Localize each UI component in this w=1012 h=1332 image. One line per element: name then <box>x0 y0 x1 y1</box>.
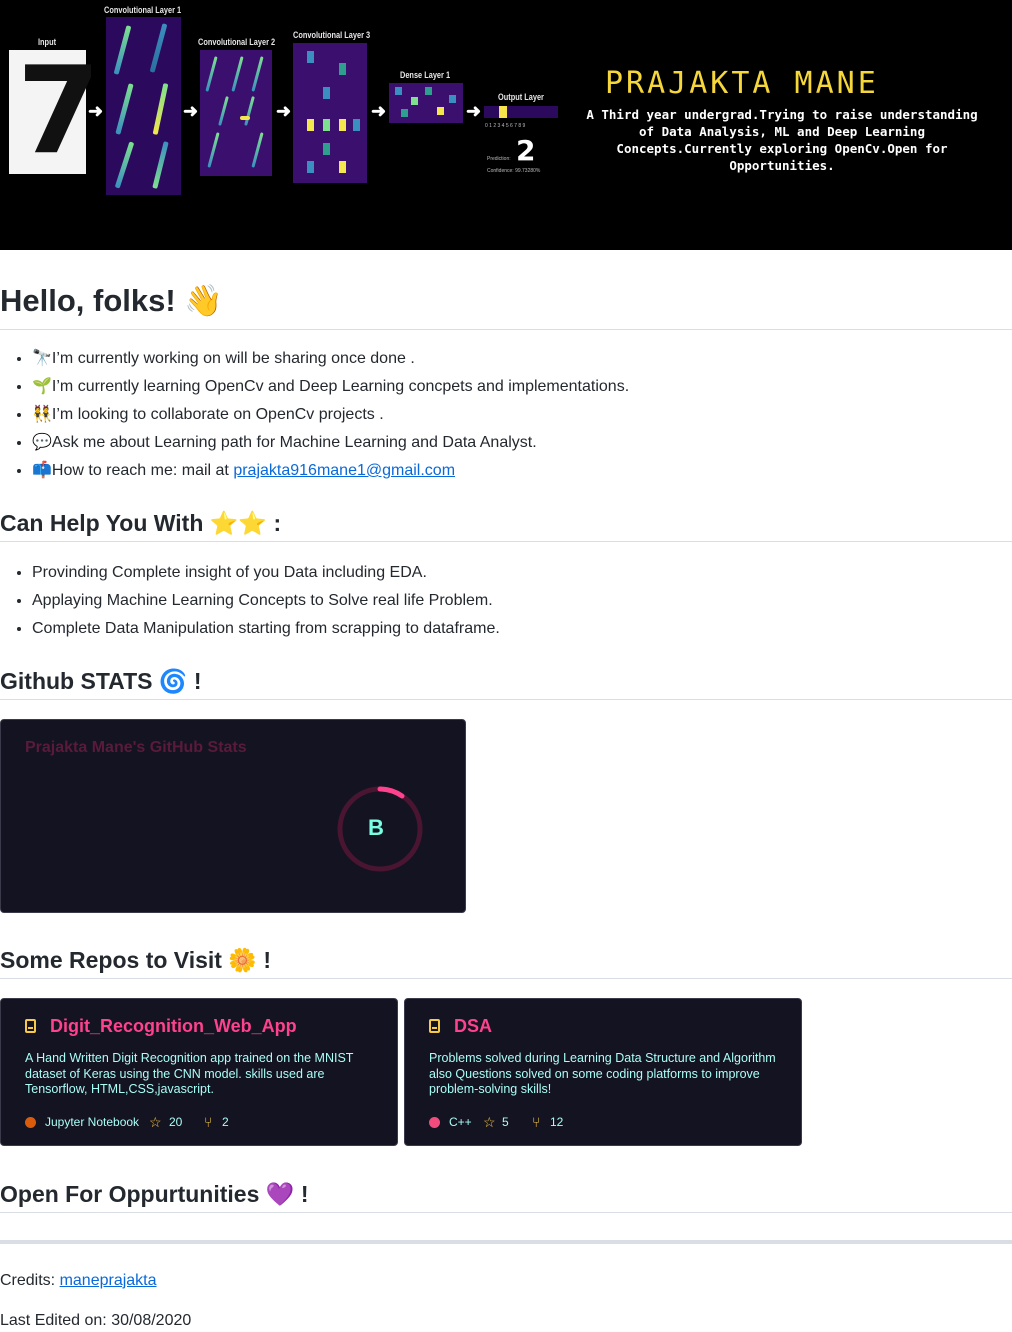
arrow-icon: ➜ <box>88 101 104 121</box>
conv1-feature-maps <box>106 17 181 195</box>
star-count: 5 <box>502 1115 509 1129</box>
stats-card-title: Prajakta Mane's GitHub Stats <box>25 739 247 756</box>
header-banner-image: Input Convolutional Layer 1 Convolutiona… <box>0 0 1012 250</box>
stats-grade: B <box>368 815 384 840</box>
divider <box>0 1240 1012 1244</box>
arrow-icon: ➜ <box>371 101 387 121</box>
arrow-icon: ➜ <box>183 101 199 121</box>
output-digit: 2 <box>516 134 536 167</box>
list-item-text: How to reach me: mail at <box>51 462 234 479</box>
star-icon: ☆ <box>483 1114 496 1130</box>
cyclone-icon: 🌀 <box>158 668 188 694</box>
intro-list: 🔭I’m currently working on will be sharin… <box>0 345 629 485</box>
list-item: Applaying Machine Learning Concepts to S… <box>32 587 500 615</box>
list-item: Provinding Complete insight of you Data … <box>32 559 500 587</box>
repo-card-digit-recognition[interactable]: Digit_Recognition_Web_App A Hand Written… <box>0 998 398 1146</box>
list-item-text: I’m currently working on will be sharing… <box>51 350 415 367</box>
dense1-label: Dense Layer 1 <box>400 70 451 80</box>
hello-heading-text: Hello, folks! <box>0 283 176 318</box>
repo-name[interactable]: Digit_Recognition_Web_App <box>50 1016 297 1037</box>
repo-icon <box>25 1019 36 1033</box>
language-dot <box>25 1117 36 1128</box>
repo-language: C++ <box>449 1115 472 1129</box>
last-edited: Last Edited on: 30/08/2020 <box>0 1312 192 1329</box>
list-item: 📫How to reach me: mail at prajakta916man… <box>32 457 629 485</box>
waving-hand-icon: 👋 <box>184 283 223 318</box>
speech-bubble-icon: 💬 <box>32 434 52 451</box>
stats-heading-suffix: ! <box>193 668 202 694</box>
output-scale: 0 1 2 3 4 5 6 7 8 9 <box>485 123 526 129</box>
arrow-icon: ➜ <box>466 101 482 121</box>
arrow-icon: ➜ <box>276 101 292 121</box>
help-heading-suffix: : <box>273 510 282 536</box>
confidence-label: Confidence: 99.73280% <box>487 168 541 174</box>
star-count: 20 <box>169 1115 183 1129</box>
list-item: Complete Data Manipulation starting from… <box>32 615 500 643</box>
conv3-label: Convolutional Layer 3 <box>293 30 371 40</box>
seedling-icon: 🌱 <box>32 378 52 395</box>
telescope-icon: 🔭 <box>32 350 52 367</box>
star-icon: ☆ <box>149 1114 162 1130</box>
list-item-text: I’m looking to collaborate on OpenCv pro… <box>51 406 384 423</box>
repos-heading-suffix: ! <box>263 947 272 973</box>
list-item: 💬Ask me about Learning path for Machine … <box>32 429 629 457</box>
repo-description: Problems solved during Learning Data Str… <box>429 1051 776 1096</box>
email-link[interactable]: prajakta916mane1@gmail.com <box>233 462 455 479</box>
open-heading-suffix: ! <box>300 1181 309 1207</box>
credits-link[interactable]: maneprajakta <box>60 1272 157 1289</box>
open-heading-text: Open For Oppurtunities <box>0 1181 260 1207</box>
credits-line: Credits: maneprajakta <box>0 1272 157 1290</box>
repos-heading: Some Repos to Visit 🌼 ! <box>0 945 1012 979</box>
banner-name: PRAJAKTA MANE <box>605 66 879 101</box>
fork-count: 2 <box>222 1115 229 1129</box>
conv2-feature-maps <box>200 50 272 176</box>
list-item: 🌱I’m currently learning OpenCv and Deep … <box>32 373 629 401</box>
language-dot <box>429 1117 440 1128</box>
blossom-icon: 🌼 <box>228 947 257 973</box>
help-heading-text: Can Help You With <box>0 510 204 536</box>
output-label: Output Layer <box>498 92 544 102</box>
hello-heading: Hello, folks! 👋 <box>0 282 1012 330</box>
list-item: 🔭I’m currently working on will be sharin… <box>32 345 629 373</box>
list-item-text: Ask me about Learning path for Machine L… <box>51 434 537 451</box>
stats-heading: Github STATS 🌀 ! <box>0 666 1012 700</box>
repo-card-dsa[interactable]: DSA Problems solved during Learning Data… <box>404 998 802 1146</box>
repo-name[interactable]: DSA <box>454 1016 492 1037</box>
fork-icon: ⑂ <box>204 1114 213 1130</box>
dense-layer-map <box>389 83 463 123</box>
repo-icon <box>429 1019 440 1033</box>
credits-label: Credits: <box>0 1272 60 1289</box>
star-icon: ⭐⭐ <box>209 510 268 536</box>
mailbox-icon: 📫 <box>32 462 52 479</box>
repos-heading-text: Some Repos to Visit <box>0 947 222 973</box>
list-item-text: I’m currently learning OpenCv and Deep L… <box>51 378 630 395</box>
prediction-label: Prediction: <box>487 156 511 162</box>
help-heading: Can Help You With ⭐⭐ : <box>0 508 1012 542</box>
output-activation-bar <box>484 106 558 118</box>
conv2-label: Convolutional Layer 2 <box>198 37 276 47</box>
open-heading: Open For Oppurtunities 💜 ! <box>0 1179 1012 1213</box>
help-list: Provinding Complete insight of you Data … <box>0 559 500 643</box>
list-item: 👯I’m looking to collaborate on OpenCv pr… <box>32 401 629 429</box>
repo-description: A Hand Written Digit Recognition app tra… <box>25 1051 354 1096</box>
fork-icon: ⑂ <box>532 1114 541 1130</box>
input-digit-image: 7 <box>9 50 101 174</box>
conv1-label: Convolutional Layer 1 <box>104 5 182 15</box>
banner-description: A Third year undergrad.Trying to raise u… <box>586 107 978 173</box>
stats-heading-text: Github STATS <box>0 668 153 694</box>
fork-count: 12 <box>550 1115 564 1129</box>
people-icon: 👯 <box>32 406 52 423</box>
conv3-feature-maps <box>293 43 367 183</box>
purple-heart-icon: 💜 <box>265 1181 295 1207</box>
repo-language: Jupyter Notebook <box>45 1115 140 1129</box>
